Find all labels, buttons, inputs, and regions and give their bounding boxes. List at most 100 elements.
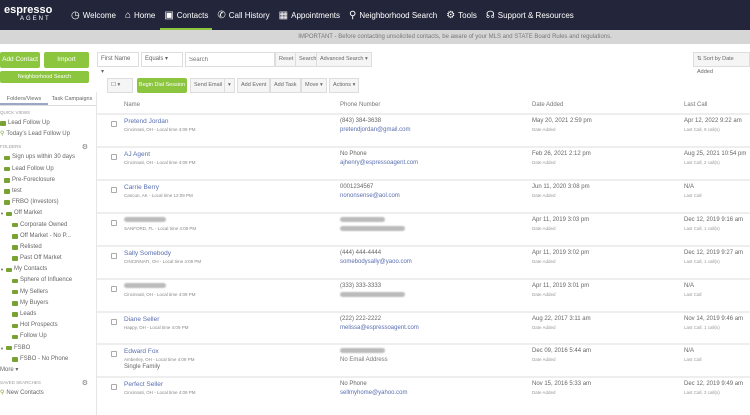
quick-view-item[interactable]: Lead Follow Up <box>0 118 96 129</box>
header-name[interactable]: Name <box>124 98 140 112</box>
email[interactable] <box>340 292 405 299</box>
folder-item[interactable]: FRBO (Investors) <box>0 197 96 208</box>
folder-item[interactable]: My Sellers <box>0 287 96 298</box>
email[interactable]: ajhenry@espressoagent.com <box>340 160 418 166</box>
tab-task-campaigns[interactable]: Task Campaigns <box>48 92 96 105</box>
nav-support-resources[interactable]: ☊ Support & Resources <box>486 0 574 30</box>
row-checkbox[interactable] <box>111 187 117 193</box>
caret-down-icon[interactable]: ▼ <box>0 343 4 354</box>
folder-item[interactable]: Leads <box>0 309 96 320</box>
email[interactable]: melissa@espressoagent.com <box>340 325 419 331</box>
folder-item[interactable]: Corporate Owned <box>0 220 96 231</box>
logo[interactable]: espresso AGENT <box>0 5 62 24</box>
table-row[interactable]: Sally Somebody CINCINNATI, OH - Local ti… <box>97 245 750 277</box>
row-checkbox[interactable] <box>111 253 117 259</box>
operator-select[interactable]: Equals ▾ <box>141 52 183 67</box>
table-row[interactable]: Perfect Seller Cincinnati, OH - Local ti… <box>97 376 750 408</box>
add-task-button[interactable]: Add Task <box>270 78 301 93</box>
row-checkbox[interactable] <box>111 286 117 292</box>
folder-item[interactable]: Lead Follow Up <box>0 164 96 175</box>
add-contact-button[interactable]: Add Contact <box>0 52 40 68</box>
add-event-button[interactable]: Add Event <box>237 78 271 93</box>
search-input[interactable] <box>185 52 275 67</box>
email[interactable]: No Email Address <box>340 357 388 363</box>
send-email-button[interactable]: Send Email <box>190 78 227 93</box>
table-row[interactable]: Cincinnati, OH - Local time 4:09 PM (333… <box>97 278 750 310</box>
folder-item[interactable]: Past Off Market <box>0 253 96 264</box>
field-select[interactable]: First Name ▾ <box>97 52 139 75</box>
row-checkbox[interactable] <box>111 121 117 127</box>
folder-item[interactable]: Sphere of Influence <box>0 275 96 286</box>
sort-button[interactable]: ⇅ Sort by Date Added <box>693 52 750 75</box>
nav-tools[interactable]: ⚙ Tools <box>446 0 477 30</box>
table-row[interactable]: Carrie Berry Cancun, AK - Local time 12:… <box>97 179 750 211</box>
contact-name[interactable]: AJ Agent <box>124 151 150 158</box>
neighborhood-search-button[interactable]: Neighborhood Search <box>0 71 89 83</box>
email[interactable] <box>340 226 405 233</box>
header-last-call[interactable]: Last Call <box>684 98 707 112</box>
table-row[interactable]: Pretend Jordan Cincinnati, OH - Local ti… <box>97 113 750 145</box>
table-row[interactable]: Edward Fox Amberley, OH - Local time 4:0… <box>97 343 750 375</box>
contact-name[interactable]: Sally Somebody <box>124 250 171 257</box>
contact-name[interactable] <box>124 217 166 224</box>
folder-item[interactable]: Hot Prospects <box>0 320 96 331</box>
row-checkbox[interactable] <box>111 351 117 357</box>
folder-item[interactable]: FSBO - No Phone <box>0 354 96 365</box>
email[interactable]: sellmyhome@yahoo.com <box>340 390 407 396</box>
import-button[interactable]: Import <box>44 52 89 68</box>
date-added-label: Date Added <box>532 259 556 264</box>
caret-down-icon[interactable]: ▼ <box>0 208 4 219</box>
begin-dial-session-button[interactable]: Begin Dial Session <box>137 78 187 93</box>
redacted-email <box>340 292 405 297</box>
move-button[interactable]: Move ▾ <box>301 78 327 93</box>
folder-item[interactable]: Pre-Foreclosure <box>0 175 96 186</box>
select-all-dropdown[interactable]: ☐ ▾ <box>107 78 133 93</box>
row-checkbox[interactable] <box>111 319 117 325</box>
row-checkbox[interactable] <box>111 220 117 226</box>
folder-item[interactable]: ▼ My Contacts <box>0 264 96 275</box>
email[interactable]: nononsense@aol.com <box>340 193 400 199</box>
gear-icon[interactable]: ⚙ <box>82 379 88 387</box>
quick-view-label: Today's Lead Follow Up <box>6 131 70 138</box>
contact-name[interactable]: Carrie Berry <box>124 184 159 191</box>
folder-item[interactable]: Follow Up <box>0 331 96 342</box>
contact-name[interactable] <box>124 283 166 290</box>
contact-name[interactable]: Pretend Jordan <box>124 118 168 125</box>
send-email-dropdown[interactable]: ▾ <box>224 78 235 93</box>
caret-down-icon[interactable]: ▼ <box>0 264 4 275</box>
email[interactable]: pretendjordan@gmail.com <box>340 127 410 133</box>
nav-call-history[interactable]: ✆ Call History <box>217 0 269 30</box>
folder-item[interactable]: ▼ FSBO <box>0 343 96 354</box>
nav-neighborhood-search[interactable]: ⚲ Neighborhood Search <box>349 0 437 30</box>
contact-name[interactable]: Edward Fox <box>124 348 159 355</box>
folder-item[interactable]: Sign ups within 30 days <box>0 152 96 163</box>
saved-search-item[interactable]: ⚲ New Contacts <box>0 388 96 399</box>
table-row[interactable]: SANFORD, FL - Local time 4:09 PM Apr 11,… <box>97 212 750 244</box>
contact-name[interactable]: Diane Seller <box>124 316 159 323</box>
header-date-added[interactable]: Date Added <box>532 98 563 112</box>
folder-item[interactable]: My Buyers <box>0 298 96 309</box>
nav-appointments[interactable]: ▦ Appointments <box>279 0 340 30</box>
quick-view-item[interactable]: ⚲ Today's Lead Follow Up <box>0 129 96 140</box>
folder-label: My Contacts <box>13 266 48 273</box>
last-call: N/A <box>684 348 695 354</box>
gear-icon[interactable]: ⚙ <box>82 143 88 151</box>
nav-home[interactable]: ⌂ Home <box>125 0 155 30</box>
row-checkbox[interactable] <box>111 384 117 390</box>
row-checkbox[interactable] <box>111 154 117 160</box>
email[interactable]: somebodysally@yaoo.com <box>340 259 412 265</box>
tab-folders-views[interactable]: Folders/Views <box>0 92 48 105</box>
more-button[interactable]: More ▾ <box>0 365 96 376</box>
advanced-search-button[interactable]: Advanced Search ▾ <box>316 52 372 67</box>
table-row[interactable]: Diane Seller Happy, OH - Local time 4:09… <box>97 311 750 343</box>
folder-item[interactable]: Off Market - No P... <box>0 231 96 242</box>
nav-contacts[interactable]: ▣ Contacts <box>160 0 213 30</box>
table-row[interactable]: AJ Agent Cincinnati, OH - Local time 4:0… <box>97 146 750 178</box>
header-phone[interactable]: Phone Number <box>340 98 380 112</box>
folder-item[interactable]: test <box>0 186 96 197</box>
actions-button[interactable]: Actions ▾ <box>329 78 360 93</box>
folder-item[interactable]: Relisted <box>0 242 96 253</box>
contact-name[interactable]: Perfect Seller <box>124 381 163 388</box>
nav-welcome[interactable]: ◷ Welcome <box>71 0 116 30</box>
folder-item[interactable]: ▼ Off Market <box>0 208 96 219</box>
